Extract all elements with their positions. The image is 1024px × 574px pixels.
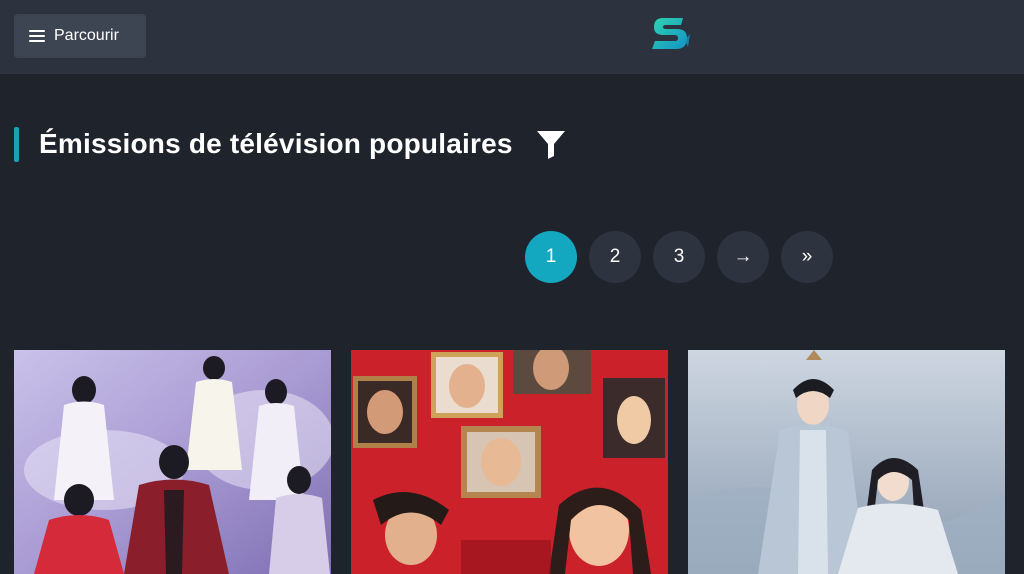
show-poster[interactable] — [351, 350, 668, 574]
title-accent-bar — [14, 126, 19, 162]
section-title: Émissions de télévision populaires — [39, 128, 513, 159]
show-card[interactable] — [351, 350, 668, 574]
section-header: Émissions de télévision populaires — [14, 126, 567, 162]
show-poster[interactable] — [14, 350, 331, 574]
hamburger-icon — [29, 30, 45, 42]
next-page-button[interactable]: → — [717, 231, 769, 283]
show-poster[interactable] — [688, 350, 1005, 574]
show-card[interactable] — [688, 350, 1005, 574]
page-button-1[interactable]: 1 — [525, 231, 577, 283]
pagination: 1 2 3 → » — [525, 231, 833, 283]
page-button-3[interactable]: 3 — [653, 231, 705, 283]
app-logo-icon[interactable] — [649, 14, 693, 58]
last-page-button[interactable]: » — [781, 231, 833, 283]
filter-icon[interactable] — [535, 128, 567, 160]
browse-label: Parcourir — [54, 27, 119, 44]
browse-menu-button[interactable]: Parcourir — [14, 14, 146, 58]
page-button-2[interactable]: 2 — [589, 231, 641, 283]
show-card[interactable] — [14, 350, 331, 574]
top-bar: Parcourir — [0, 0, 1024, 74]
